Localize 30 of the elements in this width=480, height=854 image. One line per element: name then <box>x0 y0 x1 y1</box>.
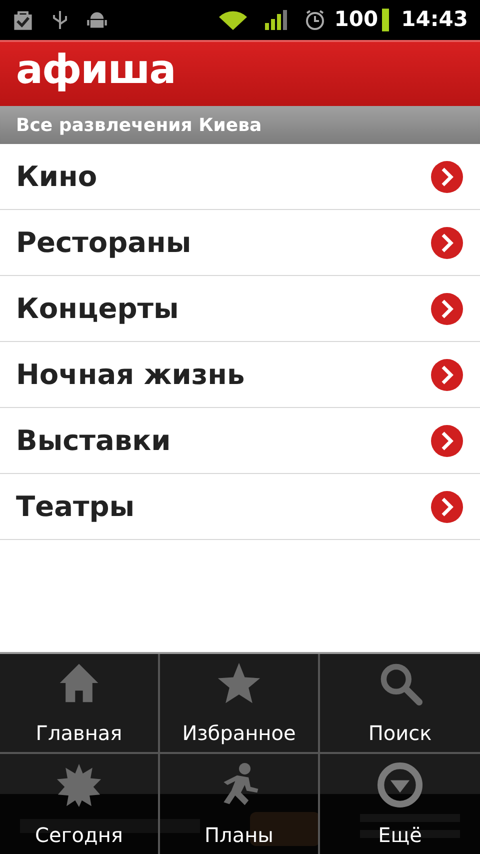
battery-icon <box>382 7 390 33</box>
chevron-right-icon <box>430 358 464 392</box>
alarm-clock-icon <box>304 9 326 31</box>
section-title: Все развлечения Киева <box>16 114 262 138</box>
menu-item[interactable]: Сегодня <box>0 754 160 854</box>
wifi-icon <box>218 9 248 31</box>
app-logo: афиша <box>16 50 176 90</box>
category-item[interactable]: Театры <box>0 474 480 540</box>
menu-item[interactable]: Планы <box>160 754 320 854</box>
category-item[interactable]: Концерты <box>0 276 480 342</box>
category-item[interactable]: Выставки <box>0 408 480 474</box>
clock-time: 14:43 <box>401 6 468 34</box>
category-item[interactable]: Рестораны <box>0 210 480 276</box>
menu-item[interactable]: Поиск <box>320 654 480 754</box>
menu-item[interactable]: Ещё <box>320 754 480 854</box>
battery-level: 100 <box>334 6 378 34</box>
shopping-bag-icon <box>12 9 34 31</box>
signal-icon <box>264 9 288 31</box>
starburst-icon <box>56 762 102 808</box>
chevron-right-icon <box>430 424 464 458</box>
chevron-right-icon <box>430 160 464 194</box>
menu-item[interactable]: Главная <box>0 654 160 754</box>
chevron-right-icon <box>430 292 464 326</box>
chevron-right-icon <box>430 226 464 260</box>
usb-icon <box>50 9 70 31</box>
dropdown-circle-icon <box>377 762 423 808</box>
category-item[interactable]: Ночная жизнь <box>0 342 480 408</box>
chevron-right-icon <box>430 490 464 524</box>
category-item[interactable]: Кино <box>0 144 480 210</box>
menu-item[interactable]: Избранное <box>160 654 320 754</box>
